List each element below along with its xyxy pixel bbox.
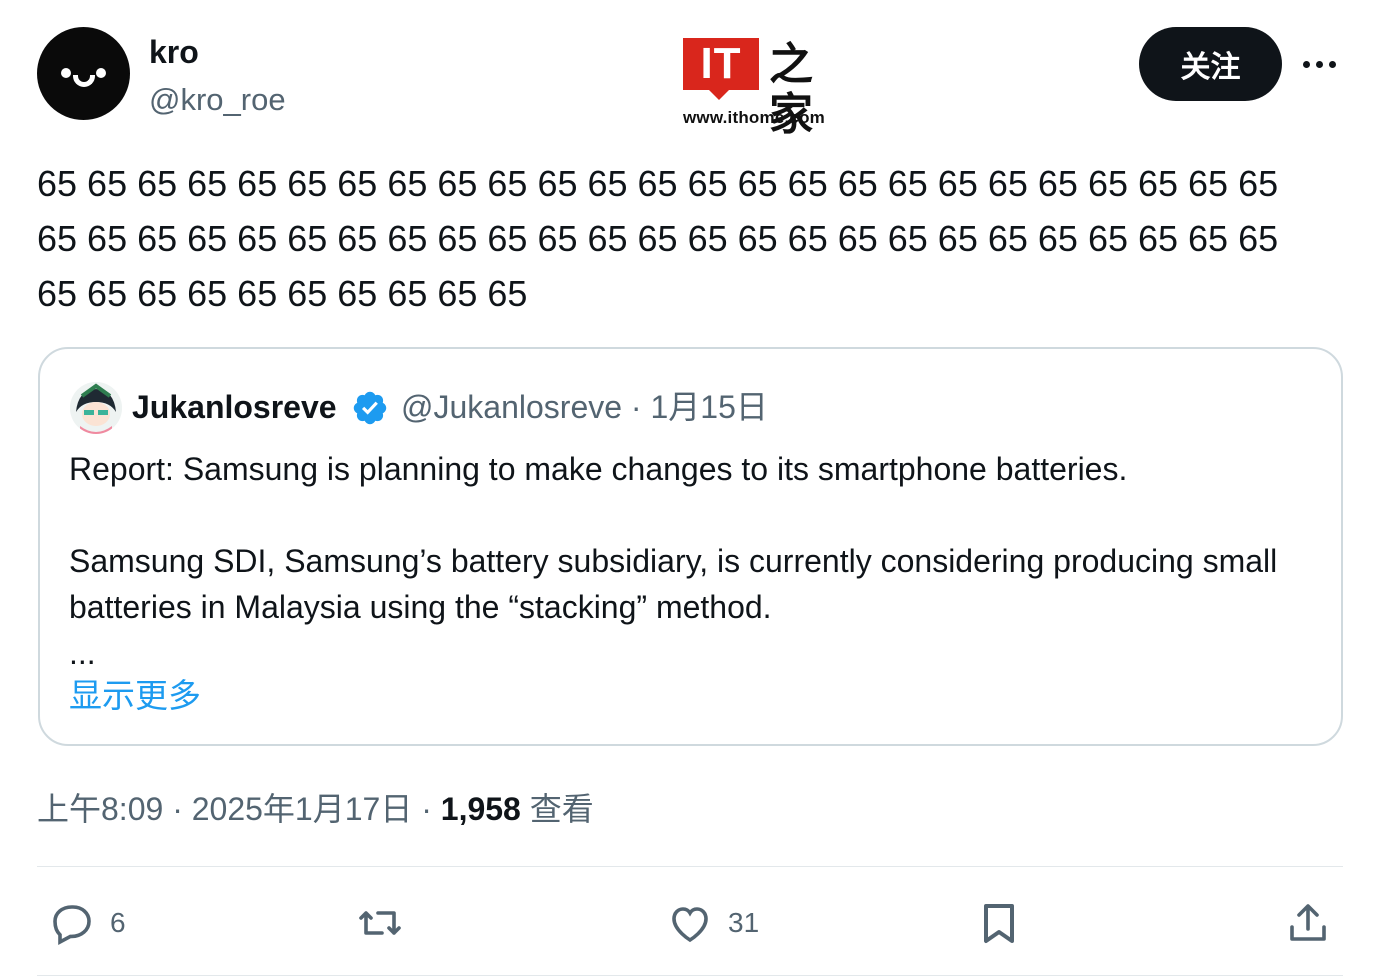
quoted-date[interactable]: 1月15日 xyxy=(650,389,767,425)
views-count: 1,958 xyxy=(440,791,521,827)
verified-badge-icon xyxy=(353,391,387,425)
quoted-text-line: Samsung SDI, Samsung’s battery subsidiar… xyxy=(69,543,1278,625)
quoted-tweet-card[interactable]: Jukanlosreve @Jukanlosreve · 1月15日 Repor… xyxy=(38,347,1343,746)
heart-icon xyxy=(672,907,708,943)
share-icon xyxy=(1290,904,1326,941)
like-count: 31 xyxy=(728,907,760,938)
bookmark-button[interactable] xyxy=(975,897,1023,949)
quoted-text-ellipsis: ... xyxy=(69,635,96,671)
follow-button[interactable]: 关注 xyxy=(1139,27,1282,101)
like-button[interactable]: 31 xyxy=(666,897,759,949)
reply-count: 6 xyxy=(110,907,126,938)
tweet-time[interactable]: 上午8:09 xyxy=(37,791,163,827)
author-handle[interactable]: @kro_roe xyxy=(149,80,286,120)
more-options-icon[interactable] xyxy=(1303,56,1343,72)
quoted-author-avatar[interactable] xyxy=(70,382,122,434)
quoted-tweet-text: Report: Samsung is planning to make chan… xyxy=(69,446,1319,676)
tweet-text: 65 65 65 65 65 65 65 65 65 65 65 65 65 6… xyxy=(37,163,1279,314)
avatar-eye-right xyxy=(96,68,106,78)
reply-icon xyxy=(53,905,91,946)
more-dot xyxy=(1329,60,1336,68)
divider xyxy=(37,866,1343,867)
author-display-name[interactable]: kro xyxy=(149,32,199,72)
author-avatar[interactable] xyxy=(37,27,130,120)
tweet-date[interactable]: 2025年1月17日 xyxy=(192,791,413,827)
tweet-meta-row: 上午8:09 · 2025年1月17日 · 1,958 查看 xyxy=(37,788,594,830)
bookmark-icon xyxy=(984,904,1014,943)
share-button[interactable] xyxy=(1284,897,1332,949)
logo-speech-tail xyxy=(707,88,731,100)
separator-dot: · xyxy=(421,791,441,827)
separator-dot: · xyxy=(172,791,192,827)
repost-icon xyxy=(359,911,401,935)
repost-button[interactable] xyxy=(356,897,404,949)
avatar-eye-left xyxy=(61,68,71,78)
logo-it-text: IT xyxy=(683,38,759,90)
quoted-text-line: Report: Samsung is planning to make chan… xyxy=(69,451,1128,487)
anime-avatar-icon xyxy=(70,382,122,434)
more-dot xyxy=(1303,60,1310,68)
more-dot xyxy=(1316,60,1323,68)
avatar-mouth xyxy=(73,75,95,87)
quoted-handle[interactable]: @Jukanlosreve xyxy=(401,389,622,425)
views-label: 查看 xyxy=(529,791,594,827)
logo-url: www.ithome.com xyxy=(683,108,825,127)
reply-button[interactable]: 6 xyxy=(48,897,126,949)
quoted-handle-and-date[interactable]: @Jukanlosreve · 1月15日 xyxy=(401,387,768,427)
ithome-watermark-logo: IT 之家 www.ithome.com xyxy=(683,38,839,140)
separator-dot: · xyxy=(630,389,651,425)
quoted-author-name[interactable]: Jukanlosreve xyxy=(132,387,337,427)
show-more-link[interactable]: 显示更多 xyxy=(69,675,201,717)
divider xyxy=(37,975,1343,976)
